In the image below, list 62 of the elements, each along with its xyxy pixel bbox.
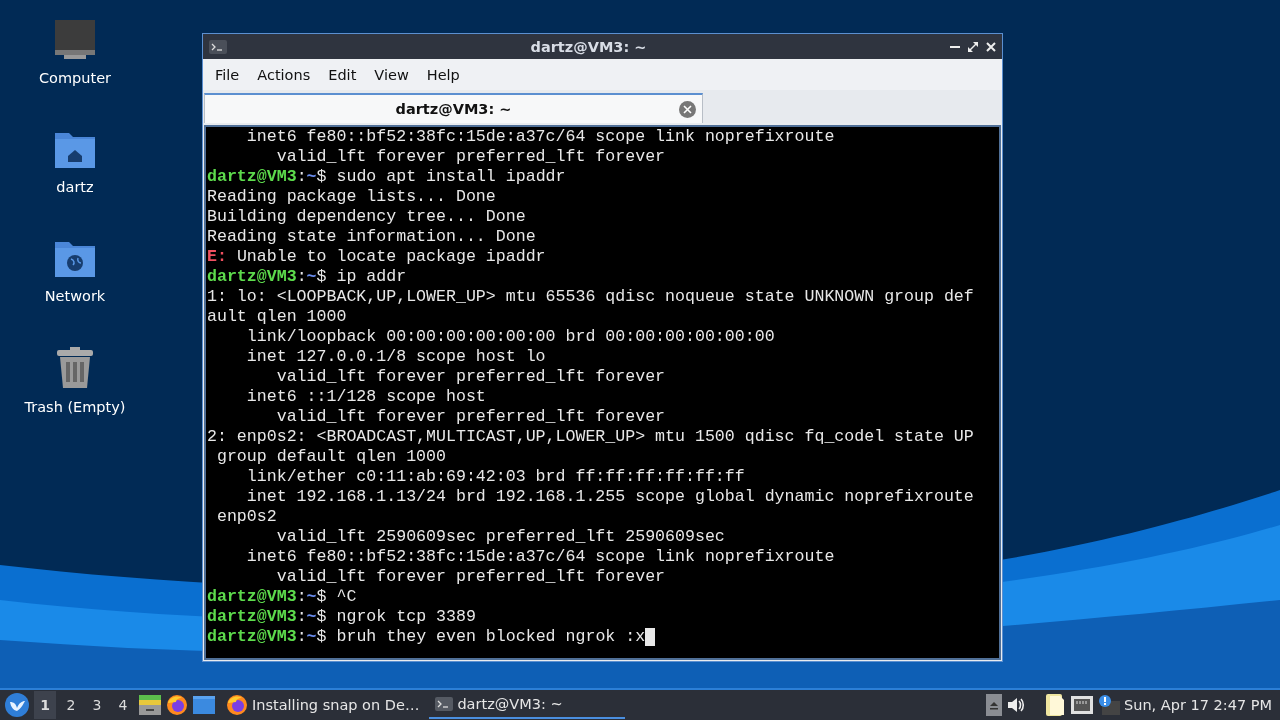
workspace-button[interactable]: 2 [60, 691, 82, 719]
terminal-icon [435, 697, 454, 711]
terminal-line: valid_lft forever preferred_lft forever [275, 407, 667, 427]
computer-icon [54, 20, 96, 60]
terminal-line: inet6 ::1/128 scope host [245, 387, 487, 407]
terminal-line: valid_lft 2590609sec preferred_lft 2590609sec [275, 527, 726, 547]
terminal-line: Building dependency tree... Done [207, 207, 527, 227]
clock[interactable]: Sun, Apr 17 2:47 PM [1124, 697, 1276, 713]
workspace-button[interactable]: 3 [86, 691, 108, 719]
terminal-line: dartz@VM3:~$ sudo apt install ipaddr [207, 167, 567, 187]
terminal-line: valid_lft forever preferred_lft forever [275, 567, 667, 587]
terminal-line: inet6 fe80::bf52:38fc:15de:a37c/64 scope link noprefixroute [245, 127, 836, 147]
firefox-icon[interactable] [166, 694, 188, 716]
menu-item[interactable]: Edit [320, 62, 365, 87]
network-icon[interactable] [1070, 694, 1094, 716]
terminal-line: inet 192.168.1.13/24 brd 192.168.1.255 scope global dynamic noprefixroute [245, 487, 975, 507]
maximize-icon[interactable] [968, 41, 978, 52]
trash-icon [56, 347, 94, 389]
menu-item[interactable]: Help [418, 62, 468, 87]
terminal-line: E: Unable to locate package ipaddr [207, 247, 547, 267]
terminal-line: dartz@VM3:~$ bruh they even blocked ngrok :x [207, 627, 998, 647]
menu-item[interactable]: Actions [249, 62, 319, 87]
window-icon[interactable] [192, 694, 216, 716]
terminal-line: link/ether c0:11:ab:69:42:03 brd ff:ff:ff:ff:ff:ff [245, 467, 746, 487]
terminal-line: 1: lo: <LOOPBACK,UP,LOWER_UP> mtu 65536 qdisc noqueue state UNKNOWN group def [207, 287, 975, 307]
terminal-line: dartz@VM3:~$ ^C [207, 587, 358, 607]
terminal-icon [209, 39, 227, 54]
workspace-button[interactable]: 1 [34, 691, 56, 719]
terminal-line: link/loopback 00:00:00:00:00:00 brd 00:00:00:00:00:00 [245, 327, 776, 347]
terminal-line: dartz@VM3:~$ ip addr [207, 267, 408, 287]
volume-icon[interactable] [1006, 695, 1026, 715]
window-title: dartz@VM3: ~ [529, 38, 648, 55]
file-manager-icon[interactable] [138, 694, 162, 716]
cursor-icon [645, 628, 656, 646]
close-tab-icon[interactable] [679, 101, 696, 118]
terminal-line: inet6 fe80::bf52:38fc:15de:a37c/64 scope link noprefixroute [245, 547, 836, 567]
terminal-line: ault qlen 1000 [207, 307, 348, 327]
eject-icon[interactable] [986, 694, 1002, 716]
close-icon[interactable] [986, 41, 996, 52]
notes-icon[interactable] [1044, 693, 1066, 717]
terminal-line: valid_lft forever preferred_lft forever [275, 367, 667, 387]
terminal-line: group default qlen 1000 [215, 447, 447, 467]
tab[interactable]: dartz@VM3: ~ [204, 93, 703, 123]
taskbar-task[interactable]: dartz@VM3: ~ [429, 691, 626, 719]
menu-item[interactable]: View [366, 62, 417, 87]
terminal-line: dartz@VM3:~$ ngrok tcp 3389 [207, 607, 477, 627]
desktop-icon-label[interactable]: Computer [38, 70, 112, 86]
terminal-line: Reading state information... Done [207, 227, 537, 247]
terminal-line: enp0s2 [215, 507, 278, 527]
taskbar-task[interactable]: Installing snap on De… [220, 691, 426, 719]
terminal-line: inet 127.0.0.1/8 scope host lo [245, 347, 547, 367]
terminal-line: valid_lft forever preferred_lft forever [275, 147, 667, 167]
terminal-line: 2: enp0s2: <BROADCAST,MULTICAST,UP,LOWER_UP> mtu 1500 qdisc fq_codel state UP [207, 427, 975, 447]
firefox-icon [226, 694, 248, 716]
notification-icon[interactable] [1098, 694, 1120, 716]
desktop-icon-label[interactable]: Trash (Empty) [24, 399, 126, 415]
start-menu-icon[interactable] [4, 692, 30, 718]
workspace-button[interactable]: 4 [112, 691, 134, 719]
terminal-line: Reading package lists... Done [207, 187, 497, 207]
desktop-icon-label[interactable]: Network [44, 288, 106, 304]
desktop-icon-label[interactable]: dartz [56, 179, 94, 195]
menu-item[interactable]: File [207, 62, 248, 87]
